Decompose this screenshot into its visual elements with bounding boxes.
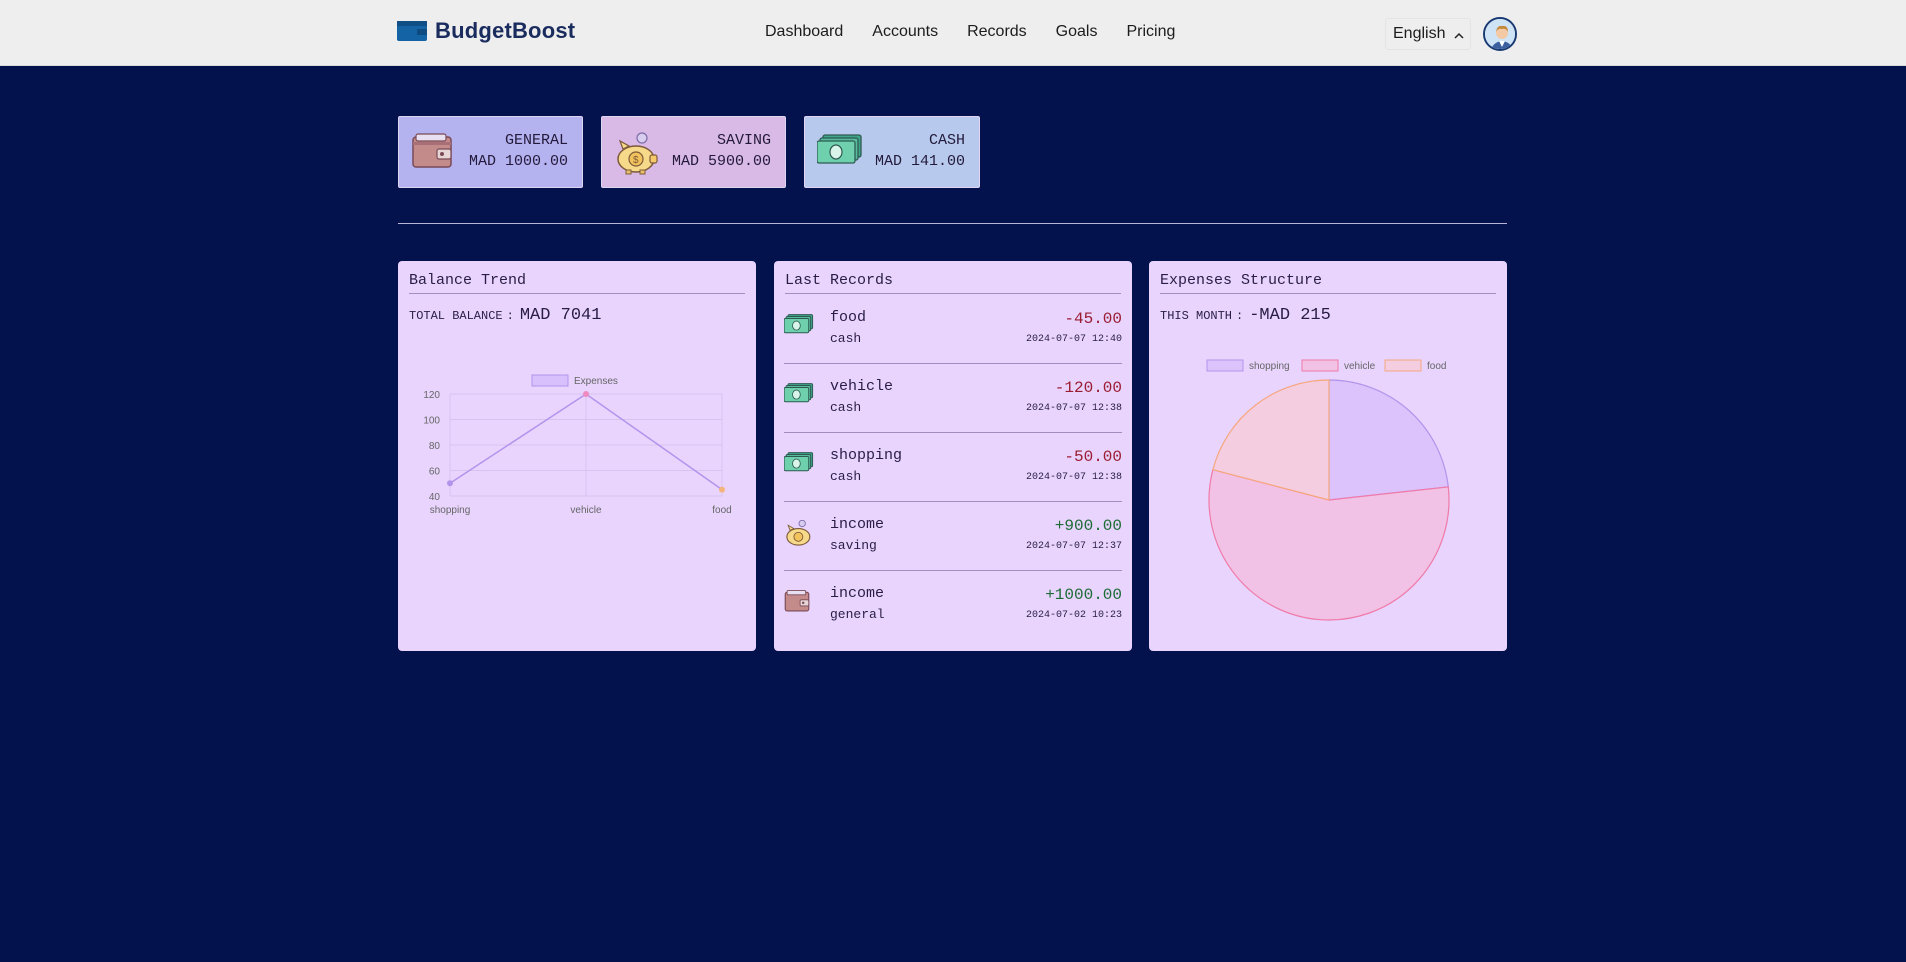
record-amount: -45.00 <box>1064 310 1122 328</box>
record-account: general <box>830 607 885 622</box>
account-balance: MAD 5900.00 <box>671 153 771 170</box>
record-account: cash <box>830 469 862 484</box>
piggy-bank-icon <box>784 519 814 552</box>
x-tick-label: food <box>712 505 731 516</box>
y-tick-label: 120 <box>423 390 440 401</box>
balance-trend-panel: Balance Trend TOTAL BALANCE : MAD 7041 4… <box>398 261 756 651</box>
record-account: saving <box>830 538 877 553</box>
record-category: food <box>830 309 867 326</box>
svg-text:$: $ <box>633 155 639 166</box>
record-row[interactable]: income saving +900.00 2024-07-07 12:37 <box>784 515 1122 570</box>
record-row[interactable]: income general +1000.00 2024-07-02 10:23 <box>784 584 1122 639</box>
account-name: GENERAL <box>504 132 568 149</box>
record-date: 2024-07-07 12:40 <box>1025 334 1122 345</box>
record-amount: -50.00 <box>1064 448 1122 466</box>
wallet-icon <box>784 588 810 619</box>
cash-icon <box>816 131 863 170</box>
x-tick-label: shopping <box>430 505 471 516</box>
legend-label: Expenses <box>574 376 618 387</box>
account-balance: MAD 141.00 <box>874 153 965 170</box>
legend-swatch <box>1206 359 1244 372</box>
cash-icon <box>783 312 814 339</box>
brand-logo[interactable]: BudgetBoost <box>397 18 575 44</box>
top-navbar: BudgetBoost Dashboard Accounts Records G… <box>0 0 1906 66</box>
nav-pricing[interactable]: Pricing <box>1126 23 1175 41</box>
record-amount: -120.00 <box>1054 379 1122 397</box>
record-account: cash <box>830 331 862 346</box>
nav-dashboard[interactable]: Dashboard <box>765 23 843 41</box>
account-card-saving[interactable]: $ SAVING MAD 5900.00 <box>601 116 786 188</box>
balance-trend-line-chart: 40 60 80 100 120 shopping vehicle food Expenses <box>423 374 732 516</box>
record-date: 2024-07-07 12:38 <box>1025 472 1122 483</box>
nav-accounts[interactable]: Accounts <box>872 23 938 41</box>
language-label: English <box>1393 25 1446 42</box>
record-category: income <box>830 516 885 533</box>
user-avatar[interactable] <box>1483 17 1517 51</box>
data-point <box>719 486 725 493</box>
record-date: 2024-07-07 12:38 <box>1025 403 1122 414</box>
account-card-cash[interactable]: CASH MAD 141.00 <box>804 116 980 188</box>
data-point <box>447 480 453 487</box>
record-amount: +1000.00 <box>1045 586 1122 604</box>
account-name: SAVING <box>716 132 771 149</box>
cash-icon <box>783 381 814 408</box>
record-divider <box>784 363 1122 364</box>
last-records-panel: Last Records food cash -45.00 2024-07-07 12… <box>774 261 1132 651</box>
account-balance: MAD 1000.00 <box>468 153 568 170</box>
main-nav: Dashboard Accounts Records Goals Pricing <box>765 23 1175 41</box>
cash-icon <box>783 450 814 477</box>
record-date: 2024-07-07 12:37 <box>1025 541 1122 552</box>
data-point <box>583 391 589 397</box>
legend-swatch <box>1301 359 1339 372</box>
record-row[interactable]: shopping cash -50.00 2024-07-07 12:38 <box>783 446 1122 501</box>
record-divider <box>784 570 1122 571</box>
account-name: CASH <box>928 132 965 149</box>
piggy-bank-icon: $ <box>614 131 660 180</box>
wallet-logo-icon <box>397 21 427 41</box>
panel-divider <box>785 293 1121 294</box>
legend-label: vehicle <box>1344 361 1376 372</box>
language-selector[interactable]: English <box>1385 18 1471 50</box>
nav-goals[interactable]: Goals <box>1056 23 1098 41</box>
record-row[interactable]: vehicle cash -120.00 2024-07-07 12:38 <box>783 377 1122 432</box>
record-amount: +900.00 <box>1054 517 1122 535</box>
expenses-pie-chart: shopping vehicle food <box>1206 359 1450 621</box>
legend-swatch <box>1384 359 1422 372</box>
chevron-up-icon <box>1454 32 1465 39</box>
record-row[interactable]: food cash -45.00 2024-07-07 12:40 <box>783 308 1122 363</box>
section-divider <box>398 223 1507 224</box>
y-tick-label: 60 <box>429 467 441 478</box>
record-date: 2024-07-02 10:23 <box>1025 610 1122 621</box>
account-card-general[interactable]: GENERAL MAD 1000.00 <box>398 116 583 188</box>
record-divider <box>784 432 1122 433</box>
expenses-structure-panel: Expenses Structure THIS MONTH : -MAD 215… <box>1149 261 1507 651</box>
pie-slice-shopping <box>1328 379 1449 501</box>
avatar-person-icon <box>1485 19 1515 49</box>
legend-label: shopping <box>1249 361 1290 372</box>
record-category: income <box>830 585 885 602</box>
wallet-icon <box>411 131 453 176</box>
legend-label: food <box>1427 361 1446 372</box>
legend-swatch <box>531 374 569 387</box>
x-tick-label: vehicle <box>570 505 602 516</box>
y-tick-label: 40 <box>429 492 441 503</box>
panel-title: Last Records <box>785 272 894 289</box>
record-category: vehicle <box>830 378 894 395</box>
brand-name: BudgetBoost <box>435 18 576 43</box>
y-tick-label: 80 <box>429 441 441 452</box>
y-tick-label: 100 <box>423 416 440 427</box>
record-category: shopping <box>830 447 903 464</box>
record-divider <box>784 501 1122 502</box>
record-account: cash <box>830 400 862 415</box>
nav-records[interactable]: Records <box>967 23 1027 41</box>
